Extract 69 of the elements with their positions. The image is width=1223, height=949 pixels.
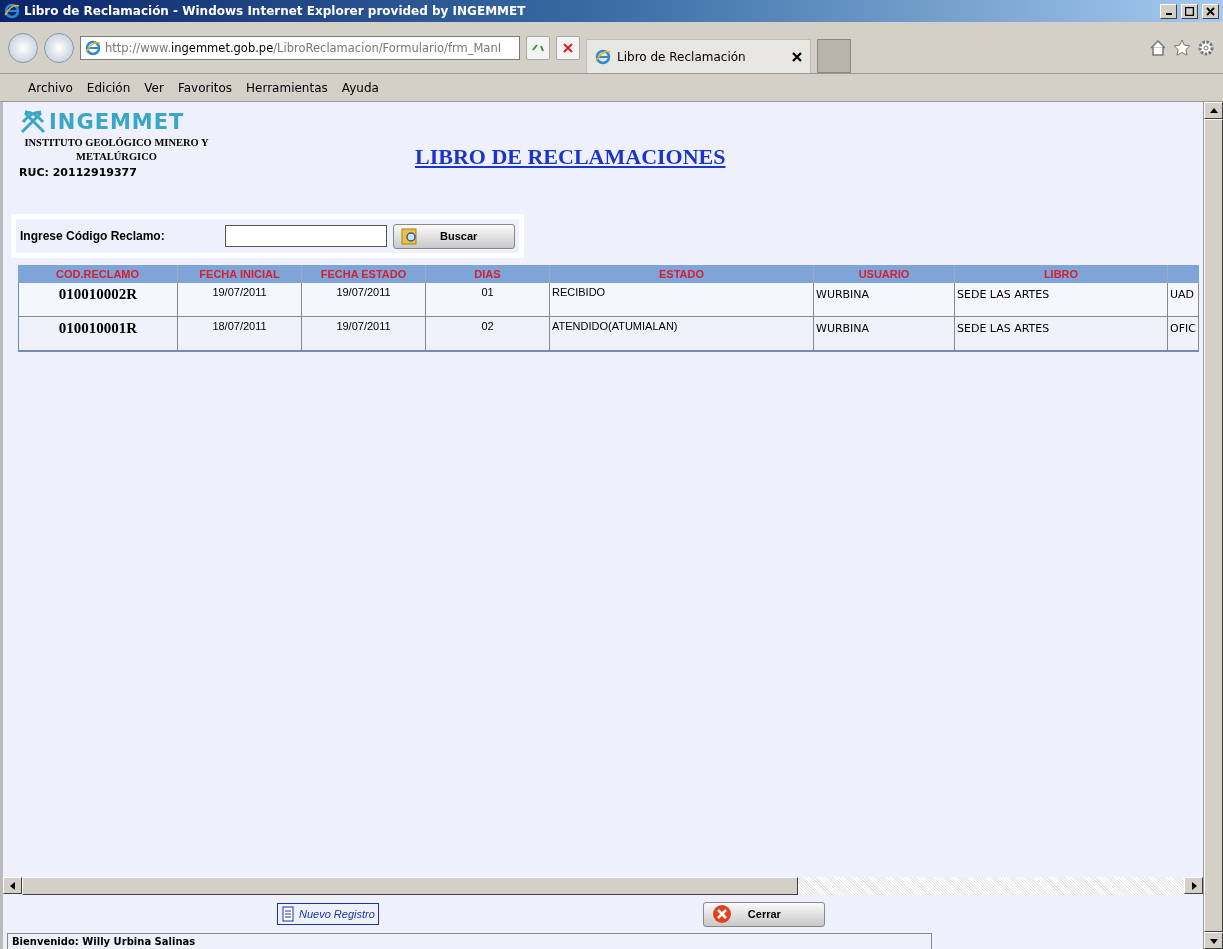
column-header: FECHA INICIAL [178,265,302,283]
menu-item[interactable]: Ayuda [341,80,379,95]
search-label: Ingrese Código Reclamo: [20,229,166,243]
minimize-button[interactable] [1160,3,1177,19]
welcome-text: Bienvenido: Willy Urbina Salinas [7,933,932,949]
book-cell: SEDE LAS ARTES [955,283,1168,317]
settings-icon[interactable] [1197,38,1215,57]
close-page-button[interactable]: Cerrar [702,901,825,927]
browser-icon [85,39,101,56]
scrollbar-thumb[interactable] [22,877,798,895]
document-icon [281,906,295,922]
institute-name: INSTITUTO GEOLÓGICO MINERO Y METALÚRGICO [23,136,210,164]
search-button[interactable]: Buscar [393,223,515,249]
status-date-cell: 19/07/2011 [302,317,426,351]
ruc-text: RUC: 20112919377 [19,166,138,179]
column-header: DIAS [426,265,550,283]
user-cell: WURBINA [814,317,955,351]
book-cell: SEDE LAS ARTES [955,317,1168,351]
window-title: Libro de Reclamación - Windows Internet Explorer provided by INGEMMET [24,4,527,18]
refresh-button[interactable] [526,35,550,60]
folder-search-icon [400,226,420,246]
pickaxe-icon [19,110,47,134]
claim-code-cell: 010010001R [18,317,178,351]
browser-icon [4,3,20,19]
claim-code-field[interactable] [225,225,387,247]
scroll-down-button[interactable] [1204,932,1223,949]
close-icon [711,904,732,924]
user-cell: WURBINA [814,283,955,317]
start-date-cell: 18/07/2011 [178,317,302,351]
menu-item[interactable]: Favoritos [177,80,233,95]
column-header: COD.RECLAMO [18,265,178,283]
column-header: FECHA ESTADO [302,265,426,283]
minimize-icon [1165,13,1172,15]
scroll-right-button[interactable] [1184,877,1203,894]
column-header [1168,265,1199,283]
office-cell: OFIC [1168,317,1199,351]
close-icon[interactable] [792,51,802,62]
status-date-cell: 19/07/2011 [302,283,426,317]
scroll-up-button[interactable] [1204,102,1223,119]
start-date-cell: 19/07/2011 [178,283,302,317]
menu-item[interactable]: Edición [86,80,131,95]
home-icon[interactable] [1149,38,1167,57]
claim-code-cell: 010010002R [18,283,178,317]
maximize-icon [1185,6,1194,16]
new-record-button[interactable]: Nuevo Registro [277,903,379,925]
stop-button[interactable] [556,35,580,60]
scroll-left-button[interactable] [3,877,22,894]
menu-item[interactable]: Herramientas [246,80,328,95]
browser-icon [595,48,611,65]
status-cell: RECIBIDO [550,283,814,317]
status-cell: ATENDIDO(ATUMIALAN) [550,317,814,351]
close-icon [1206,6,1215,16]
menu-item[interactable]: Ver [144,80,164,95]
page-title[interactable]: LIBRO DE RECLAMACIONES [415,144,726,170]
stop-icon [562,41,574,54]
browser-tab[interactable]: Libro de Reclamación [586,39,811,73]
star-icon[interactable] [1173,38,1191,57]
column-header: USUARIO [814,265,955,283]
days-cell: 01 [426,283,550,317]
column-header: LIBRO [955,265,1168,283]
address-field[interactable]: http://www.ingemmet.gob.pe/LibroReclamacion/Formulario/frm_ManI [80,35,520,60]
maximize-button[interactable] [1181,3,1198,19]
logo-text: INGEMMET [49,110,185,134]
days-cell: 02 [426,317,550,351]
office-cell: UAD [1168,283,1199,317]
close-button[interactable] [1202,3,1219,19]
menu-item[interactable]: Archivo [28,80,73,95]
scrollbar-thumb[interactable] [1204,119,1223,932]
column-header: ESTADO [550,265,814,283]
